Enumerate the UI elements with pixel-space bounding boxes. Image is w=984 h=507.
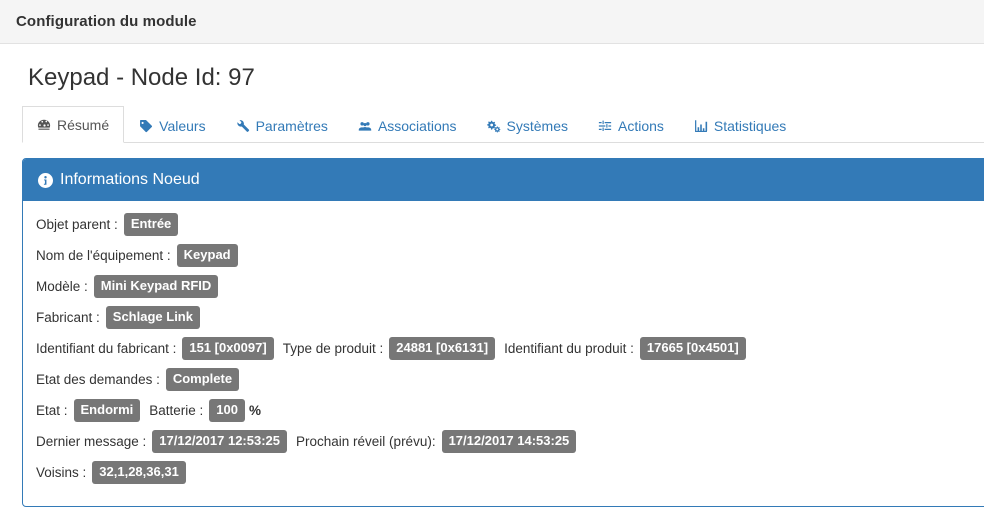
tab-syst-mes[interactable]: Systèmes <box>472 107 583 143</box>
info-row: Modèle : Mini Keypad RFID <box>36 275 981 298</box>
info-value-badge: Mini Keypad RFID <box>93 275 219 298</box>
info-label: Objet parent : <box>36 217 118 232</box>
info-row: Etat : Endormi Batterie : 100% <box>36 399 981 422</box>
modal-header: Configuration du module <box>0 0 984 44</box>
info-row: Objet parent : Entrée <box>36 213 981 236</box>
tab-label: Statistiques <box>713 118 787 134</box>
info-value-badge: 32,1,28,36,31 <box>92 461 186 484</box>
tab-r-sum-[interactable]: Résumé <box>22 106 125 143</box>
tab-actions[interactable]: Actions <box>583 107 679 143</box>
info-value-badge: Entrée <box>123 213 179 236</box>
info-row: Etat des demandes : Complete <box>36 368 981 391</box>
info-row: Dernier message : 17/12/2017 12:53:25 Proc… <box>36 430 981 453</box>
tab-bar: Résumé Valeurs Paramètres Associations Systè… <box>22 106 984 143</box>
info-value-badge: 100 <box>209 399 245 422</box>
tab-label: Résumé <box>57 117 110 133</box>
info-value-badge: 17/12/2017 14:53:25 <box>441 430 577 453</box>
wrench-icon <box>236 119 250 133</box>
info-label: Voisins : <box>36 465 87 480</box>
info-label: Batterie : <box>149 403 204 418</box>
tab-statistiques[interactable]: Statistiques <box>679 107 801 143</box>
info-label: Etat des demandes : <box>36 372 160 387</box>
info-label: Prochain réveil (prévu): <box>296 434 436 449</box>
panel-body: Objet parent : Entrée Nom de l'équipement … <box>23 201 984 506</box>
panel-heading: Informations Noeud <box>23 159 984 201</box>
info-value-badge: 151 [0x0097] <box>182 337 274 360</box>
info-value-badge: 17665 [0x4501] <box>639 337 746 360</box>
info-label: Identifiant du produit : <box>504 341 634 356</box>
tab-label: Associations <box>377 118 457 134</box>
modal-title: Configuration du module <box>16 13 197 30</box>
tab-associations[interactable]: Associations <box>343 107 472 143</box>
node-information-panel: Informations Noeud Objet parent : Entrée N… <box>22 158 984 507</box>
info-row: Nom de l'équipement : Keypad <box>36 244 981 267</box>
info-label: Type de produit : <box>282 341 384 356</box>
tab-valeurs[interactable]: Valeurs <box>124 107 220 143</box>
dashboard-icon <box>37 118 51 132</box>
info-value-badge: 24881 [0x6131] <box>389 337 496 360</box>
tab-param-tres[interactable]: Paramètres <box>221 107 343 143</box>
info-row: Voisins : 32,1,28,36,31 <box>36 461 981 484</box>
tab-label: Valeurs <box>159 118 206 134</box>
info-row: Fabricant : Schlage Link <box>36 306 981 329</box>
info-value-badge: 17/12/2017 12:53:25 <box>152 430 288 453</box>
info-label: Nom de l'équipement : <box>36 248 171 263</box>
info-label: Etat : <box>36 403 68 418</box>
sliders-icon <box>598 119 612 133</box>
info-label: Fabricant : <box>36 310 100 325</box>
info-value-badge: Schlage Link <box>105 306 200 329</box>
tab-label: Actions <box>618 118 664 134</box>
info-value-badge: Endormi <box>73 399 141 422</box>
info-value-badge: Complete <box>165 368 240 391</box>
bar-chart-icon <box>694 119 708 133</box>
tab-label: Systèmes <box>506 118 568 134</box>
tag-icon <box>139 119 153 133</box>
info-row: Identifiant du fabricant : 151 [0x0097] Ty… <box>36 337 981 360</box>
panel-title: Informations Noeud <box>60 171 200 188</box>
page-title: Keypad - Node Id: 97 <box>28 64 255 91</box>
tab-label: Paramètres <box>255 118 328 134</box>
info-value-badge: Keypad <box>176 244 238 267</box>
info-circle-icon <box>38 172 53 188</box>
cogs-icon <box>486 119 501 133</box>
info-label: Dernier message : <box>36 434 147 449</box>
info-label: Modèle : <box>36 279 88 294</box>
info-value-suffix: % <box>248 403 261 418</box>
users-icon <box>358 119 372 133</box>
info-label: Identifiant du fabricant : <box>36 341 177 356</box>
page-container: Keypad - Node Id: 97 Résumé Valeurs Paramè… <box>0 62 984 507</box>
